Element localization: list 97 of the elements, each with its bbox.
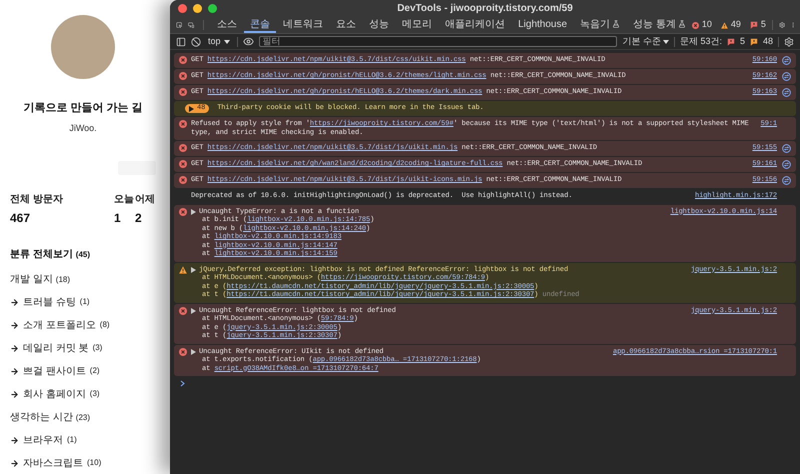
category-count: (2) <box>90 365 100 377</box>
subcategory-link[interactable]: 쁘걸 팬사이트 <box>23 364 86 378</box>
warning-icon <box>720 22 728 28</box>
expand-triangle-icon[interactable] <box>191 266 196 273</box>
window-title: DevTools - jiwooproity.tistory.com/59 <box>397 2 573 16</box>
arrow-right-icon <box>10 344 19 352</box>
stat-value: 2 <box>135 210 143 227</box>
prompt-chevron-icon[interactable] <box>180 380 185 387</box>
flask-icon <box>612 20 620 28</box>
minimize-window-button[interactable] <box>193 4 202 13</box>
network-request-icon[interactable] <box>782 88 791 97</box>
more-menu-icon[interactable] <box>790 20 796 30</box>
network-request-icon[interactable] <box>782 144 791 153</box>
category-link[interactable]: 생각하는 시간 <box>10 410 73 425</box>
category-link[interactable]: 개발 일지 <box>10 272 53 287</box>
context-dropdown[interactable]: top <box>206 34 232 48</box>
category-count: (10) <box>87 457 102 469</box>
category-count: (23) <box>76 412 90 424</box>
device-toolbar-icon[interactable] <box>188 20 194 30</box>
category-count: (45) <box>76 249 90 261</box>
empty-panel <box>118 161 156 175</box>
error-icon <box>179 208 187 216</box>
warning-icon <box>179 266 187 274</box>
error-icon <box>179 72 187 80</box>
stat-label: 어제 <box>135 193 156 207</box>
devtools-tab[interactable]: 녹음기 <box>574 17 626 33</box>
subcategory-link[interactable]: 브라우저 <box>23 432 63 448</box>
subcategory-link[interactable]: 소개 포트폴리오 <box>23 318 96 332</box>
error-icon <box>179 348 187 356</box>
console-settings-icon[interactable] <box>784 36 794 46</box>
devtools-tab[interactable]: 네트워크 <box>277 17 330 33</box>
arrow-right-icon <box>10 390 19 398</box>
expand-triangle-icon[interactable] <box>189 106 194 112</box>
category-all-link[interactable]: 분류 전체보기 <box>10 247 73 262</box>
category-count: (8) <box>100 319 110 331</box>
issue-warning-count[interactable]: 48 <box>762 34 773 48</box>
blog-title: 기록으로 만들어 가는 길 <box>22 101 144 116</box>
settings-icon[interactable] <box>778 20 785 30</box>
network-request-icon[interactable] <box>782 56 791 65</box>
arrow-right-icon <box>10 458 19 468</box>
issue-error-count[interactable]: 5 <box>740 34 745 48</box>
error-icon <box>692 22 699 28</box>
error-icon <box>179 160 187 168</box>
sidebar-toggle-icon[interactable] <box>176 36 186 46</box>
devtools-tab[interactable]: 콘솔 <box>244 17 276 33</box>
category-count: (18) <box>56 274 70 286</box>
log-level-dropdown[interactable]: 기본 수준 <box>622 34 669 48</box>
expand-triangle-icon[interactable] <box>191 348 196 355</box>
subcategory-link[interactable]: 데일리 커밋 봇 <box>23 340 89 356</box>
clear-console-icon[interactable] <box>191 36 201 46</box>
devtools-tab[interactable]: 요소 <box>330 17 362 33</box>
category-count: (3) <box>90 388 100 400</box>
filter-field[interactable]: 필터 <box>258 36 618 47</box>
expand-triangle-icon[interactable] <box>191 208 196 215</box>
error-icon <box>179 144 187 152</box>
error-icon <box>179 120 187 128</box>
devtools-tab[interactable]: 소스 <box>211 17 244 33</box>
subcategory-link[interactable]: 회사 홈페이지 <box>23 386 86 402</box>
devtools-tab[interactable]: Lighthouse <box>512 17 574 33</box>
subcategory-link[interactable]: 트러블 슈팅 <box>23 294 76 310</box>
error-icon <box>179 306 187 315</box>
network-request-icon[interactable] <box>782 160 791 169</box>
arrow-right-icon <box>10 366 19 376</box>
devtools-tab[interactable]: 애플리케이션 <box>439 17 512 33</box>
inspect-element-icon[interactable] <box>176 20 182 30</box>
issue-count[interactable]: 5 <box>760 18 766 32</box>
arrow-right-icon <box>10 320 19 330</box>
category-count: (3) <box>92 342 102 354</box>
devtools-tab[interactable]: 성능 <box>363 17 396 33</box>
devtools-tab[interactable]: 성능 통계 <box>627 17 692 33</box>
warning-count[interactable]: 49 <box>730 18 741 32</box>
error-count[interactable]: 10 <box>702 18 712 32</box>
stat-value: 1 <box>114 210 122 227</box>
stat-label: 전체 방문자 <box>10 193 64 207</box>
issues-label: 문제 53건: <box>680 34 722 48</box>
zoom-window-button[interactable] <box>208 4 217 13</box>
stat-value: 467 <box>10 210 32 227</box>
network-request-icon[interactable] <box>782 176 791 185</box>
stat-label: 오늘 <box>114 193 135 207</box>
issue-flag-icon <box>750 38 758 46</box>
issue-flag-icon <box>750 21 758 29</box>
flask-icon <box>678 20 686 28</box>
arrow-right-icon <box>10 436 19 444</box>
close-window-button[interactable] <box>178 4 187 13</box>
arrow-right-icon <box>10 298 19 306</box>
issue-flag-icon <box>726 38 735 46</box>
category-count: (1) <box>80 296 90 308</box>
error-icon <box>179 88 187 96</box>
author-name: JiWoo. <box>68 122 98 134</box>
category-count: (1) <box>67 434 77 446</box>
subcategory-link[interactable]: 자바스크립트 <box>23 456 83 470</box>
devtools-tab[interactable]: 메모리 <box>396 17 438 33</box>
eye-icon[interactable] <box>242 36 254 47</box>
error-icon <box>179 176 187 184</box>
expand-triangle-icon[interactable] <box>191 308 196 314</box>
network-request-icon[interactable] <box>782 72 791 81</box>
error-icon <box>179 56 187 64</box>
